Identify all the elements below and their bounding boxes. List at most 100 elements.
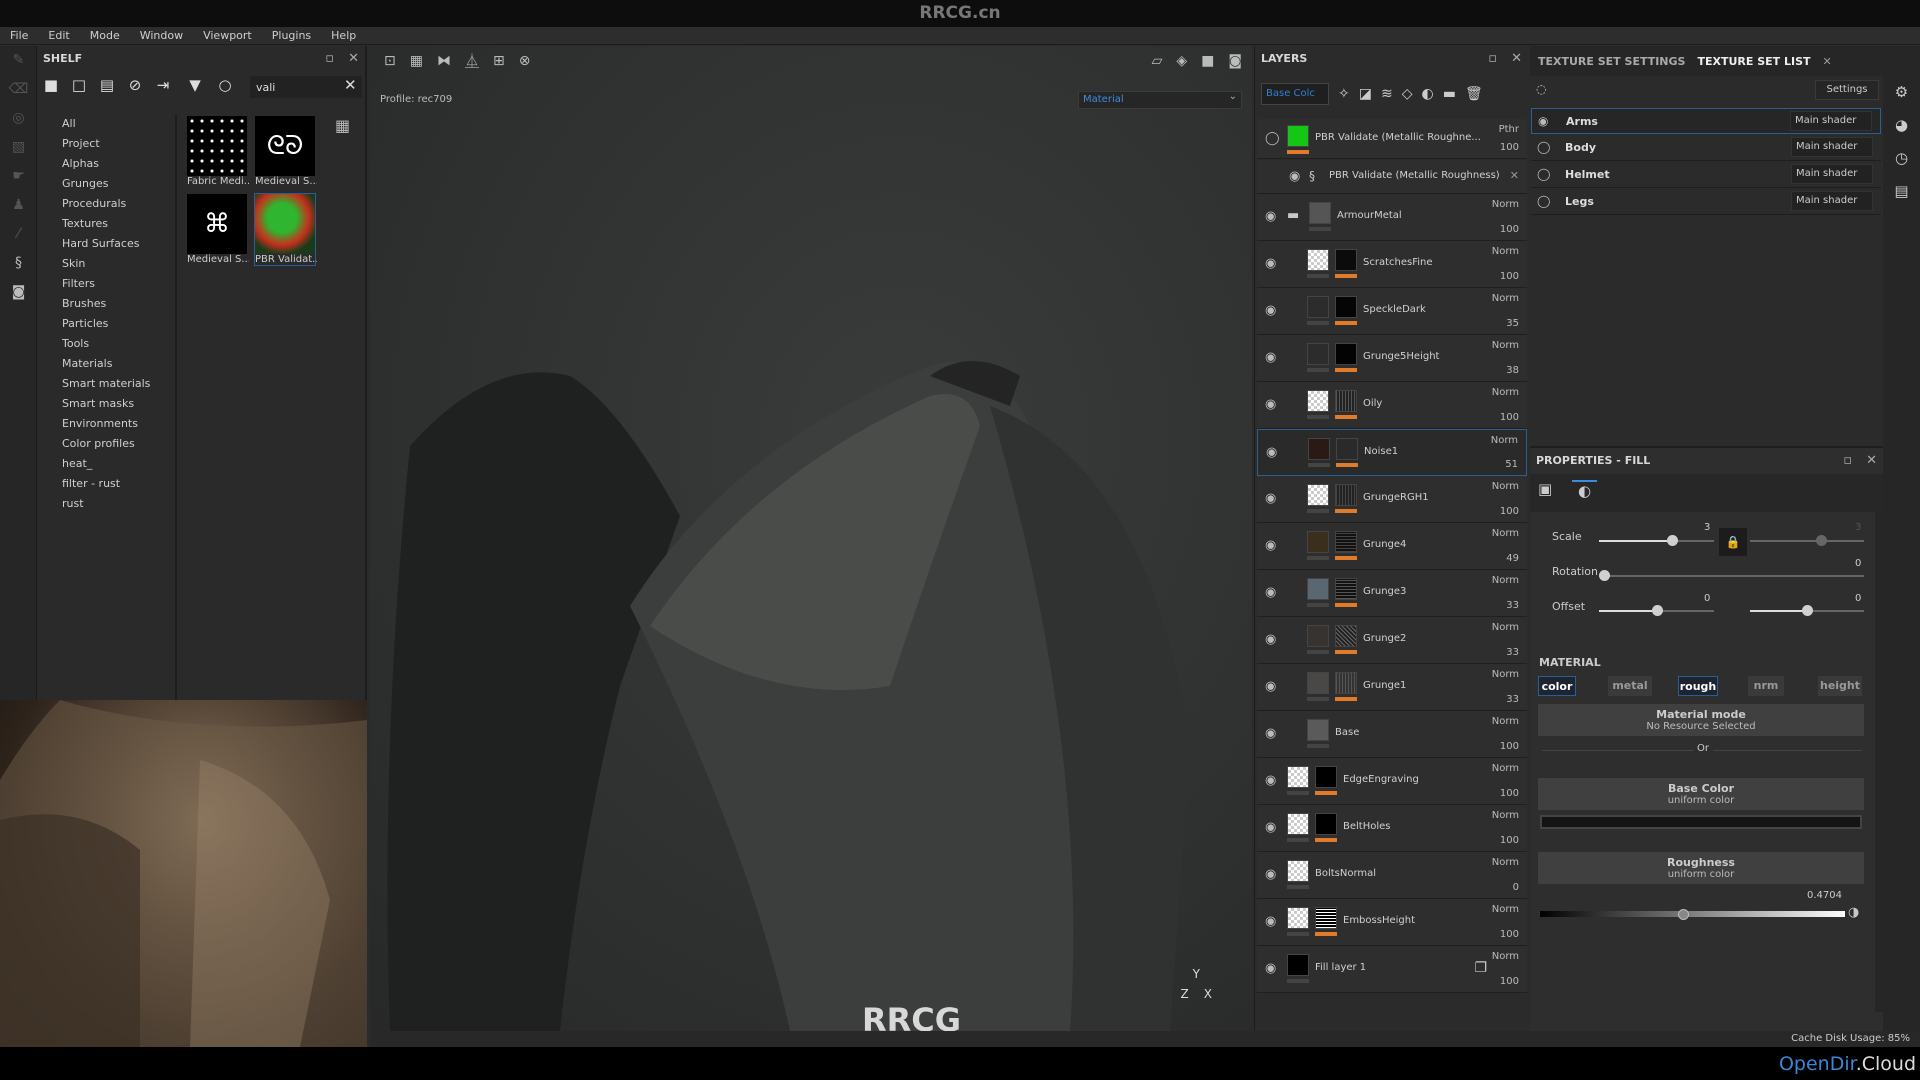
shelf-category[interactable]: Textures bbox=[37, 214, 175, 234]
menu-plugins[interactable]: Plugins bbox=[262, 27, 321, 44]
opacity[interactable]: 100 bbox=[1500, 741, 1519, 752]
visibility-icon[interactable]: ◉ bbox=[1265, 961, 1276, 976]
visibility-icon[interactable]: ◉ bbox=[1538, 114, 1548, 128]
visibility-icon[interactable]: ◉ bbox=[1265, 491, 1276, 506]
layer-row[interactable]: ◉ Grunge2 Norm 33 bbox=[1257, 617, 1527, 664]
shelf-category[interactable]: Particles bbox=[37, 314, 175, 334]
visibility-icon[interactable]: ◉ bbox=[1265, 867, 1276, 882]
opacity[interactable]: 100 bbox=[1500, 929, 1519, 940]
mask-thumbnail[interactable] bbox=[1335, 672, 1357, 694]
tab-texture-set-settings[interactable]: TEXTURE SET SETTINGS bbox=[1538, 55, 1685, 68]
opacity[interactable]: 49 bbox=[1506, 553, 1519, 564]
shelf-category[interactable]: Alphas bbox=[37, 154, 175, 174]
shelf-thumbnail[interactable]: ⌘ Medieval S... bbox=[187, 194, 249, 265]
color-picker-icon[interactable]: ⁄ bbox=[0, 220, 37, 249]
visibility-icon[interactable]: ◉ bbox=[1265, 914, 1276, 929]
roughness-slider-knob[interactable] bbox=[1678, 909, 1690, 920]
channel-toggle-metal[interactable]: metal bbox=[1608, 676, 1652, 696]
shelf-category[interactable]: Brushes bbox=[37, 294, 175, 314]
layer-row-top[interactable]: ◯ PBR Validate (Metallic Roughne... Pthr… bbox=[1257, 119, 1527, 159]
offset-u-value[interactable]: 0 bbox=[1704, 593, 1710, 604]
import-icon[interactable]: ⇥ bbox=[153, 76, 173, 102]
blend-mode[interactable]: Norm bbox=[1492, 763, 1519, 774]
texture-set-row[interactable]: ◯ Legs Main shader bbox=[1531, 189, 1881, 215]
folder-icon[interactable]: ■ bbox=[41, 76, 61, 102]
shader-select[interactable]: Main shader bbox=[1791, 137, 1873, 157]
texture-set-row[interactable]: ◉ Arms Main shader bbox=[1531, 108, 1881, 134]
scale-v-slider[interactable] bbox=[1750, 540, 1864, 542]
rotation-slider[interactable] bbox=[1599, 575, 1864, 577]
opacity[interactable]: 0 bbox=[1513, 882, 1519, 893]
smudge-icon[interactable]: ☛ bbox=[0, 162, 37, 191]
mask-thumbnail[interactable] bbox=[1336, 438, 1358, 460]
visibility-icon[interactable]: ◉ bbox=[1265, 350, 1276, 365]
shelf-category[interactable]: Smart masks bbox=[37, 394, 175, 414]
channel-toggle-rough[interactable]: rough bbox=[1678, 676, 1718, 696]
layer-row[interactable]: ◉ BoltsNormal Norm 0 bbox=[1257, 852, 1527, 899]
layer-row[interactable]: ◉ BeltHoles Norm 100 bbox=[1257, 805, 1527, 852]
shelf-category[interactable]: Filters bbox=[37, 274, 175, 294]
roughness-value[interactable]: 0.4704 bbox=[1807, 890, 1842, 901]
add-fill-layer-icon[interactable]: ◇ bbox=[1402, 86, 1413, 102]
mask-thumbnail[interactable] bbox=[1335, 296, 1357, 318]
menu-mode[interactable]: Mode bbox=[80, 27, 130, 44]
blend-mode[interactable]: Norm bbox=[1492, 622, 1519, 633]
close-icon[interactable]: ✕ bbox=[348, 51, 359, 66]
viewport-3d[interactable]: ⊡ ▦ ⧓ ⏅ ⊞ ⊗ ▱ ◈ ■ ◙ Profile: rec709 Mate… bbox=[370, 46, 1252, 1039]
menu-help[interactable]: Help bbox=[321, 27, 366, 44]
add-effect-icon[interactable]: ✧ bbox=[1338, 86, 1350, 102]
layer-row[interactable]: ◉ Grunge3 Norm 33 bbox=[1257, 570, 1527, 617]
opacity[interactable]: 100 bbox=[1500, 788, 1519, 799]
mask-thumbnail[interactable] bbox=[1335, 484, 1357, 506]
display-icon[interactable]: ◈ bbox=[1176, 53, 1187, 69]
visibility-toggle-icon[interactable]: ◌ bbox=[1536, 82, 1546, 96]
visibility-icon[interactable]: ◉ bbox=[1265, 632, 1276, 647]
blend-mode[interactable]: Norm bbox=[1492, 810, 1519, 821]
layer-row[interactable]: ◉ GrungeRGH1 Norm 100 bbox=[1257, 476, 1527, 523]
layer-row[interactable]: ◉ ▬ ArmourMetal Norm 100 bbox=[1257, 194, 1527, 241]
shelf-category[interactable]: Environments bbox=[37, 414, 175, 434]
visibility-icon[interactable]: ◉ bbox=[1265, 209, 1276, 224]
channel-toggle-height[interactable]: height bbox=[1818, 676, 1862, 696]
channel-toggle-color[interactable]: color bbox=[1538, 676, 1576, 696]
align-icon[interactable]: ⏅ bbox=[465, 51, 479, 71]
blend-mode[interactable]: Norm bbox=[1492, 246, 1519, 257]
roughness-slider[interactable] bbox=[1540, 911, 1845, 917]
opacity[interactable]: 100 bbox=[1500, 224, 1519, 235]
blend-mode[interactable]: Pthr bbox=[1499, 124, 1519, 135]
blend-mode[interactable]: Norm bbox=[1492, 904, 1519, 915]
frame-icon[interactable]: ⊞ bbox=[493, 53, 505, 69]
visibility-icon[interactable]: ◉ bbox=[1265, 303, 1276, 318]
menu-file[interactable]: File bbox=[0, 27, 38, 44]
blend-mode[interactable]: Norm bbox=[1492, 340, 1519, 351]
shelf-category[interactable]: All bbox=[37, 114, 175, 134]
close-icon[interactable]: ✕ bbox=[1866, 453, 1877, 468]
shelf-category[interactable]: filter - rust bbox=[37, 474, 175, 494]
material-tab-icon[interactable]: ◐ bbox=[1572, 480, 1598, 500]
texture-set-settings-icon[interactable]: ⚙ bbox=[1883, 76, 1920, 109]
texture-set-row[interactable]: ◯ Helmet Main shader bbox=[1531, 162, 1881, 188]
material-mode-block[interactable]: Material mode No Resource Selected bbox=[1538, 704, 1864, 736]
history-icon[interactable]: ◷ bbox=[1883, 142, 1920, 175]
visibility-icon[interactable]: ◯ bbox=[1265, 131, 1280, 146]
shelf-thumbnail[interactable]: Fabric Medi... bbox=[187, 116, 249, 187]
opacity[interactable]: 33 bbox=[1506, 694, 1519, 705]
shelf-thumbnail[interactable]: ᘓᘐ Medieval S... bbox=[255, 116, 317, 187]
mask-thumbnail[interactable] bbox=[1315, 907, 1337, 929]
layer-row[interactable]: ◉ ScratchesFine Norm 100 bbox=[1257, 241, 1527, 288]
tab-texture-set-list[interactable]: TEXTURE SET LIST bbox=[1697, 55, 1810, 68]
float-icon[interactable]: ▫ bbox=[325, 51, 334, 66]
opacity[interactable]: 100 bbox=[1500, 506, 1519, 517]
remove-effect-icon[interactable]: ✕ bbox=[1510, 169, 1519, 182]
opacity[interactable]: 100 bbox=[1500, 835, 1519, 846]
grid-view-icon[interactable]: ▦ bbox=[335, 116, 350, 135]
channel-toggle-nrm[interactable]: nrm bbox=[1748, 676, 1784, 696]
visibility-icon[interactable]: ◉ bbox=[1265, 397, 1276, 412]
layer-row[interactable]: ◉ Noise1 Norm 51 bbox=[1257, 429, 1527, 476]
visibility-icon[interactable]: ◉ bbox=[1265, 726, 1276, 741]
properties-scrollbar[interactable] bbox=[1875, 512, 1883, 1012]
blend-mode[interactable]: Norm bbox=[1492, 716, 1519, 727]
mask-thumbnail[interactable] bbox=[1315, 766, 1337, 788]
opacity[interactable]: 100 bbox=[1500, 271, 1519, 282]
mask-thumbnail[interactable] bbox=[1335, 578, 1357, 600]
